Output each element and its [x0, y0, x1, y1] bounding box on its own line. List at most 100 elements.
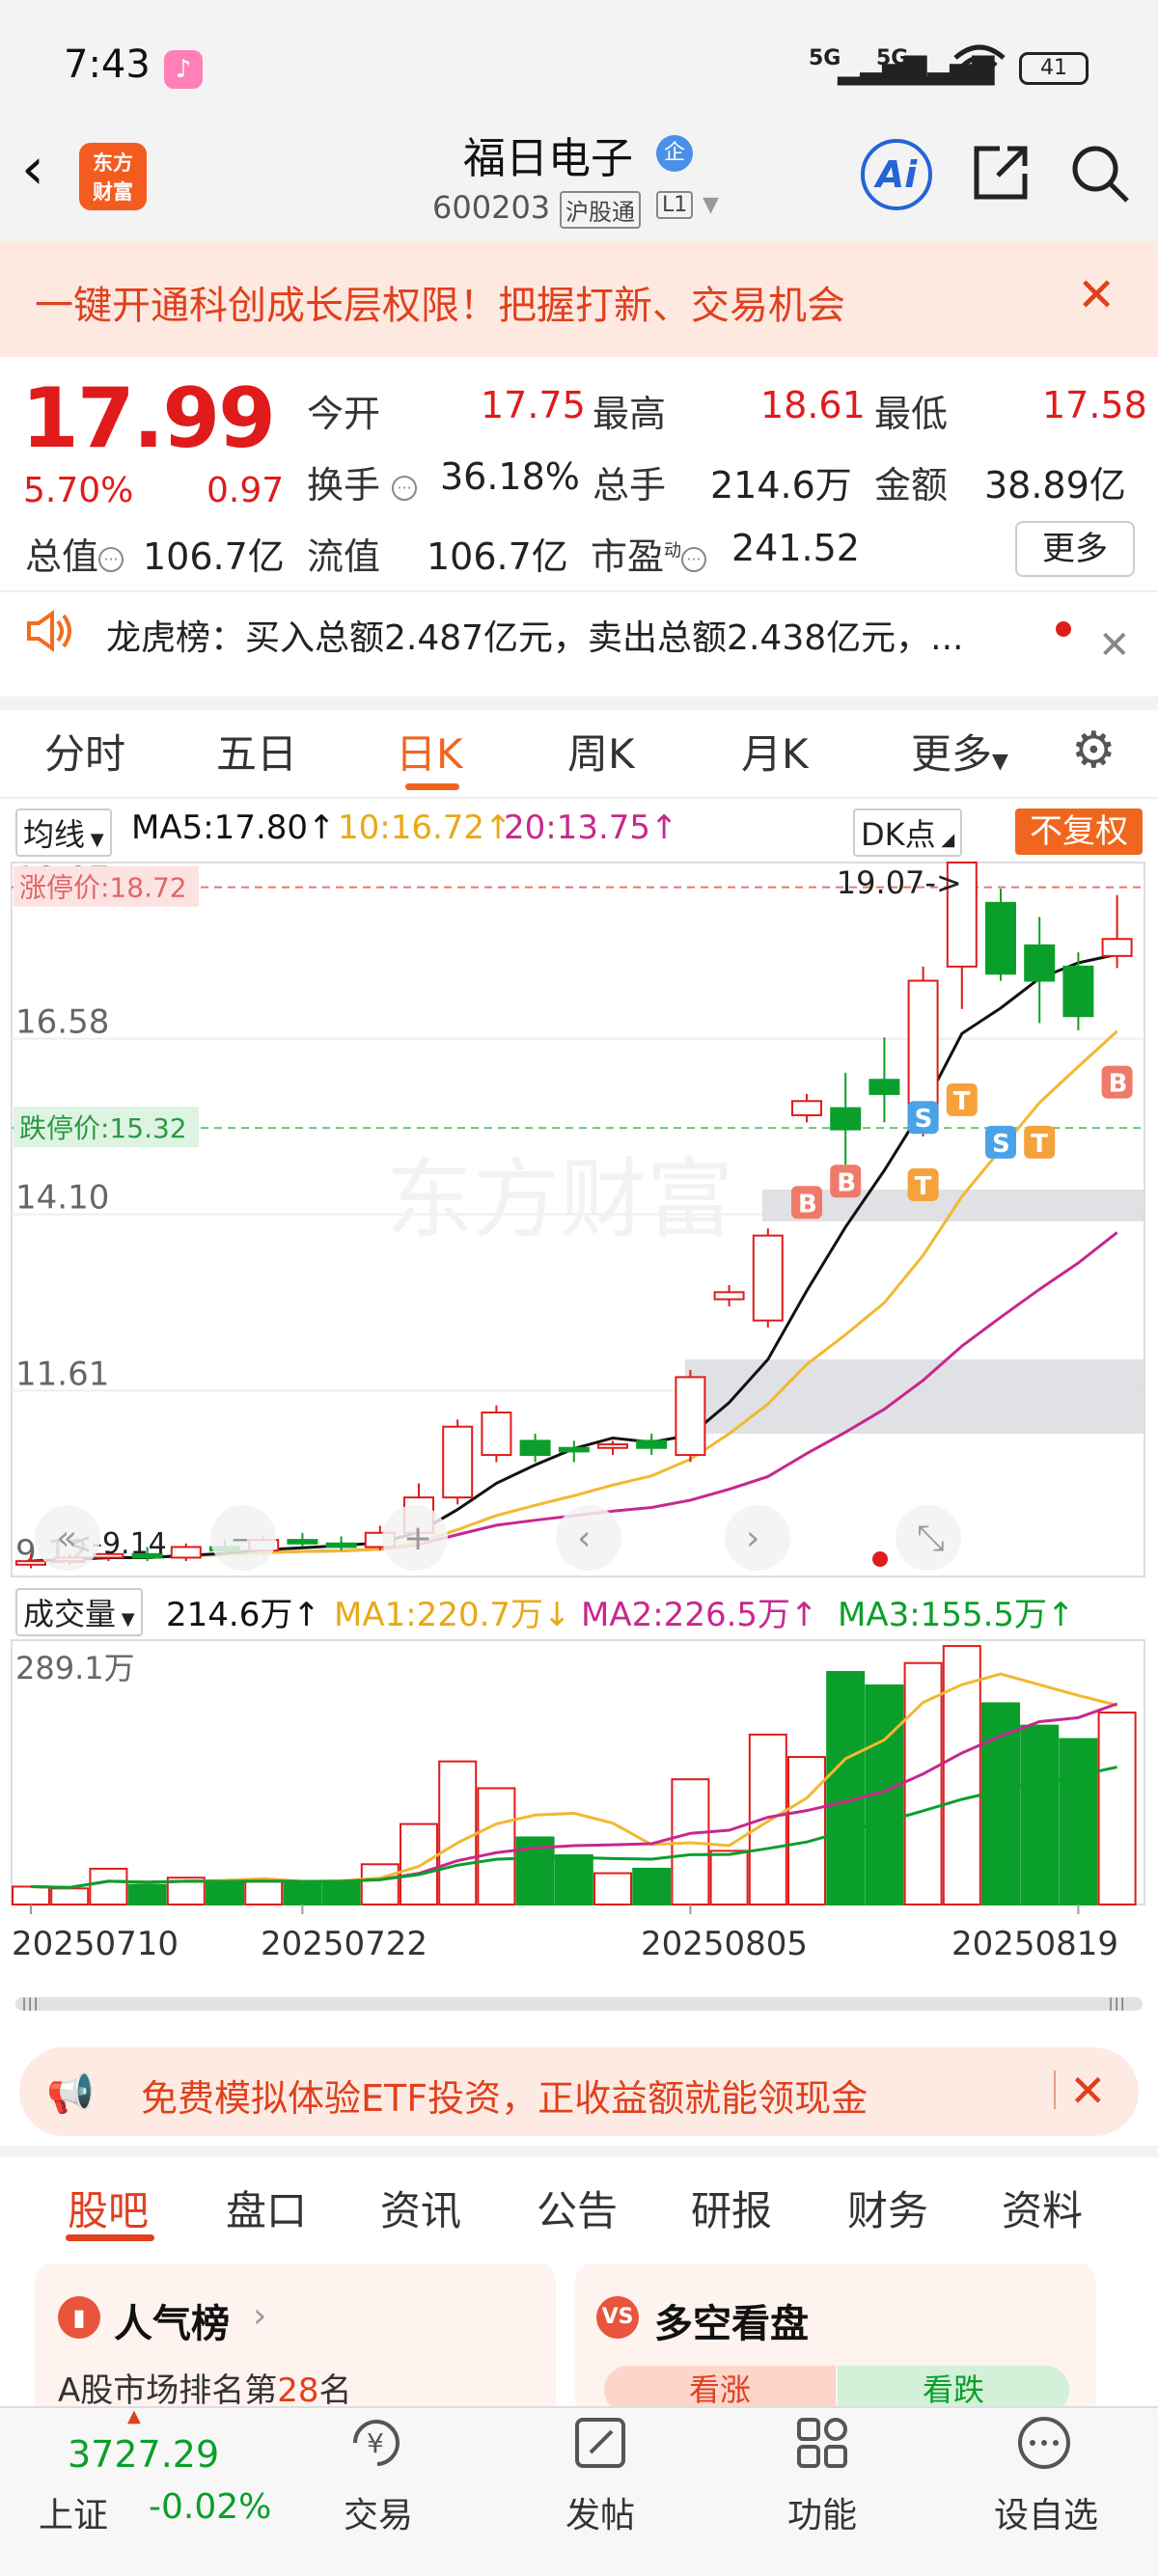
signal-marker-label: S [992, 1130, 1010, 1159]
vs-icon: VS [596, 2296, 639, 2339]
tab-guba[interactable]: 股吧 [68, 2179, 149, 2237]
wifi-icon [951, 42, 1007, 94]
date-label: 20250722 [261, 1925, 427, 1963]
volume-bar [748, 1733, 787, 1906]
tab-profile[interactable]: 资料 [1002, 2179, 1083, 2237]
dk-point-select[interactable]: DK点 ◢ [853, 808, 963, 857]
promo-text[interactable]: 一键开通科创成长层权限！把握打新、交易机会 [35, 274, 845, 330]
volume-select[interactable]: 成交量 ▼ [15, 1588, 143, 1636]
vol-ma2: MA2:226.5万↑ [581, 1596, 818, 1634]
tab-finance[interactable]: 财务 [847, 2179, 928, 2237]
price-tick-label: 16.58 [15, 1003, 109, 1042]
enterprise-badge: 企 [656, 135, 693, 172]
gear-icon[interactable]: ⚙ [1071, 722, 1117, 780]
chart-control-icon: ⤡ [917, 1519, 945, 1558]
float-value: 106.7亿 [427, 535, 568, 578]
volume-value: 214.6万↑ [166, 1596, 320, 1634]
tab-intraday[interactable]: 分时 [44, 722, 125, 781]
candle-body [442, 1425, 474, 1499]
eastmoney-logo[interactable]: 东方 财富 [79, 143, 147, 210]
tab-announcements[interactable]: 公告 [537, 2179, 618, 2237]
tab-research[interactable]: 研报 [691, 2179, 772, 2237]
chart-control-icon: ‹ [577, 1519, 591, 1558]
ma20-value: 20:13.75↑ [504, 808, 678, 847]
tab-news[interactable]: 资讯 [380, 2179, 461, 2237]
add-favorite-icon[interactable] [1015, 2414, 1073, 2483]
etf-promo-text[interactable]: 免费模拟体验ETF投资，正收益额就能领现金 [141, 2069, 868, 2122]
candle-body [985, 901, 1016, 975]
mktcap-label: 总值 ··· [25, 527, 124, 580]
candle-body [636, 1439, 668, 1449]
add-favorite-label[interactable]: 设自选 [994, 2487, 1098, 2537]
function-icon[interactable] [793, 2414, 851, 2483]
trade-label[interactable]: 交易 [344, 2487, 413, 2537]
pct-change: 5.70% [23, 471, 134, 510]
high-value: 18.61 [760, 384, 866, 426]
ai-assistant-icon[interactable]: Ai [861, 139, 932, 210]
signal-marker-label: S [915, 1105, 933, 1134]
close-icon[interactable]: ✕ [1098, 623, 1131, 668]
level-tag[interactable]: L1 [656, 191, 694, 219]
index-name[interactable]: 上证 [39, 2487, 108, 2537]
popularity-rank: A股市场排名第28名 [58, 2371, 352, 2410]
back-arrow-icon[interactable]: ‹ [21, 135, 44, 203]
volume-bar [593, 1872, 632, 1905]
active-tab-indicator [405, 783, 459, 790]
tab-weekly-k[interactable]: 周K [567, 722, 635, 781]
candle-body [1062, 965, 1094, 1018]
price-change: 0.97 [207, 471, 285, 510]
candle-body [675, 1376, 706, 1457]
amount-value: 38.89亿 [984, 464, 1126, 507]
tab-daily-k[interactable]: 日K [396, 722, 463, 781]
volume-bar [206, 1880, 244, 1905]
dropdown-icon: ▼ [992, 750, 1008, 774]
trade-icon[interactable]: ¥ [345, 2414, 409, 2483]
turnover-label: 换手 ··· [307, 455, 418, 508]
volume-bar [981, 1702, 1020, 1905]
candle-body [1024, 944, 1056, 982]
ma-select[interactable]: 均线 ▼ [15, 808, 112, 857]
info-icon[interactable]: ··· [98, 546, 124, 572]
float-label: 流值 [307, 535, 381, 578]
signal-marker-label: T [915, 1172, 932, 1201]
index-value[interactable]: 3727.29 [68, 2433, 219, 2476]
kline-chart[interactable]: 19.0716.5814.1011.619.12东方财富涨停价:18.72跌停价… [0, 853, 1158, 2011]
index-change[interactable]: -0.02% [149, 2487, 271, 2527]
tab-five-day[interactable]: 五日 [216, 722, 297, 781]
high-label: 最高 [593, 393, 667, 435]
more-button[interactable]: 更多 [1015, 521, 1135, 577]
info-icon[interactable]: ··· [681, 546, 707, 572]
dragon-tiger-text[interactable]: 龙虎榜：买入总额2.487亿元，卖出总额2.438亿元，... [106, 610, 963, 660]
chart-control-icon: « [56, 1519, 77, 1558]
function-label[interactable]: 功能 [787, 2487, 857, 2537]
stock-code: 600203 [432, 189, 551, 226]
ma10-value: 10:16.72↑ [338, 808, 512, 847]
level-dropdown-icon[interactable]: ▼ [703, 193, 719, 217]
open-label: 今开 [307, 393, 381, 435]
chart-scrollbar[interactable] [15, 1997, 1143, 2011]
watermark: 东方财富 [386, 1149, 733, 1250]
close-icon[interactable]: ✕ [1077, 268, 1116, 322]
share-icon[interactable] [971, 143, 1031, 203]
volume-bar [283, 1881, 322, 1905]
tab-pankou[interactable]: 盘口 [226, 2179, 307, 2237]
candle-body [713, 1291, 745, 1301]
popularity-title: 人气榜 [114, 2302, 230, 2346]
divider [0, 797, 1158, 799]
close-icon[interactable]: ✕ [1069, 2065, 1107, 2117]
post-icon[interactable] [571, 2414, 629, 2483]
vol-ma1: MA1:220.7万↓ [334, 1596, 571, 1634]
candle-body [481, 1411, 512, 1457]
tab-monthly-k[interactable]: 月K [741, 722, 809, 781]
low-value: 17.58 [1042, 384, 1147, 426]
tab-more[interactable]: 更多▼ [911, 722, 1008, 781]
volume-bar [244, 1878, 284, 1905]
volume-bar [554, 1854, 593, 1905]
adjust-mode-button[interactable]: 不复权 [1015, 808, 1143, 855]
connect-tag: 沪股通 [560, 191, 641, 229]
volume-bar [787, 1756, 826, 1905]
search-icon[interactable] [1069, 143, 1131, 205]
volume-bar [127, 1883, 167, 1906]
post-label[interactable]: 发帖 [565, 2487, 635, 2537]
info-icon[interactable]: ··· [392, 475, 418, 501]
